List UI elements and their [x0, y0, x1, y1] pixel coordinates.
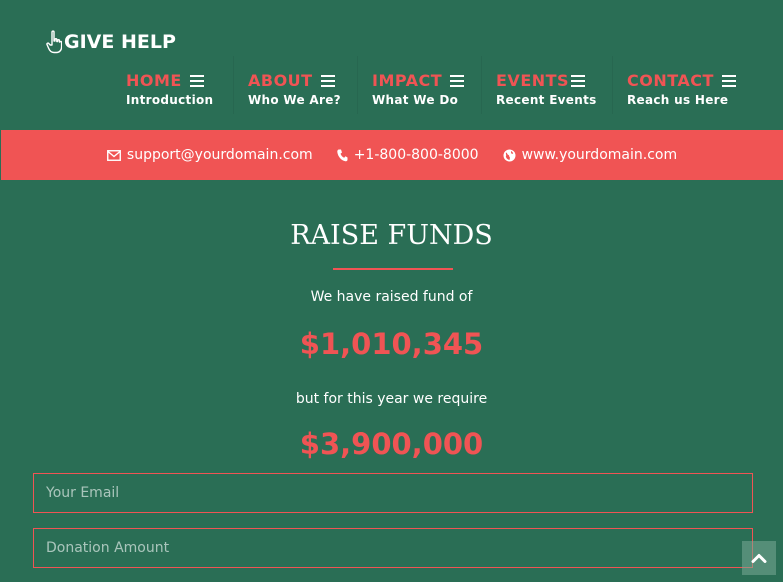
contact-email-text: support@yourdomain.com: [126, 147, 313, 163]
require-text: but for this year we require: [295, 391, 488, 407]
section-title: RAISE FUNDS: [290, 220, 493, 251]
scroll-to-top-button[interactable]: [742, 541, 776, 575]
nav-item-impact[interactable]: IMPACT What We Do: [357, 56, 481, 114]
nav-subtitle-contact: Reach us Here: [627, 93, 729, 107]
nav-subtitle-home: Introduction: [126, 93, 214, 107]
chevron-up-icon: [751, 554, 767, 563]
contact-website[interactable]: www.yourdomain.com: [503, 147, 678, 163]
donation-amount-field[interactable]: [33, 528, 753, 568]
raised-amount: $1,010,345: [299, 327, 484, 361]
email-field[interactable]: [33, 473, 753, 513]
contact-phone[interactable]: +1-800-800-8000: [336, 147, 479, 163]
envelope-icon: [106, 149, 121, 161]
nav-title-impact: IMPACT: [372, 70, 443, 90]
page: GIVE HELP HOME Introduction ABOUT Who We…: [0, 0, 783, 582]
nav-title-events: EVENTS: [496, 70, 570, 90]
contact-website-text: www.yourdomain.com: [521, 147, 678, 163]
require-amount: $3,900,000: [299, 427, 484, 461]
phone-icon: [336, 149, 348, 161]
brand-name: GIVE HELP: [64, 31, 176, 53]
contact-phone-text: +1-800-800-8000: [353, 147, 479, 163]
brand-logo[interactable]: GIVE HELP: [46, 30, 176, 54]
contact-email[interactable]: support@yourdomain.com: [106, 147, 313, 163]
title-divider: [333, 268, 453, 270]
raised-text: We have raised fund of: [310, 289, 473, 305]
nav-item-events[interactable]: EVENTS Recent Events: [481, 56, 612, 114]
nav-title-contact: CONTACT: [627, 70, 714, 90]
menu-icon: [320, 74, 335, 87]
main-nav: HOME Introduction ABOUT Who We Are? IMPA…: [112, 56, 752, 128]
nav-title-about: ABOUT: [248, 70, 313, 90]
nav-item-about[interactable]: ABOUT Who We Are?: [233, 56, 357, 114]
nav-title-home: HOME: [126, 70, 182, 90]
nav-subtitle-events: Recent Events: [496, 93, 597, 107]
menu-icon: [189, 74, 204, 87]
menu-icon: [450, 74, 465, 87]
nav-subtitle-about: Who We Are?: [248, 93, 341, 107]
nav-item-contact[interactable]: CONTACT Reach us Here: [612, 56, 752, 114]
nav-item-home[interactable]: HOME Introduction: [112, 56, 233, 114]
nav-subtitle-impact: What We Do: [372, 93, 459, 107]
hand-pointing-up-icon: [46, 30, 62, 54]
menu-icon: [721, 74, 736, 87]
menu-icon: [571, 74, 586, 87]
contact-bar: support@yourdomain.com +1-800-800-8000 w…: [1, 130, 783, 180]
globe-icon: [503, 149, 516, 161]
